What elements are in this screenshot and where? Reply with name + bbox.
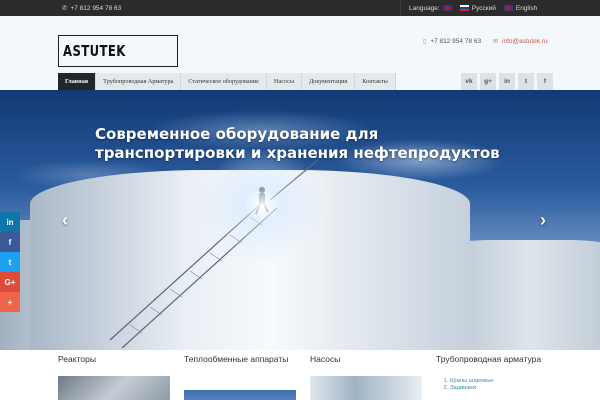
pumps-thumbnail[interactable] xyxy=(310,376,422,400)
hero-title: Современное оборудование для транспортир… xyxy=(95,125,500,162)
tab-contacts[interactable]: Контакты xyxy=(355,73,396,90)
header-email[interactable]: ✉ info@astutek.ru xyxy=(493,38,548,45)
top-bar: ✆ +7 812 954 78 63 Language: Русский Eng… xyxy=(0,0,600,16)
reactors-thumbnail[interactable] xyxy=(58,376,170,400)
valves-list: Краны шаровые Задвижки xyxy=(444,378,494,392)
tab-pipeline-valves[interactable]: Трубопроводная Арматура xyxy=(96,73,182,90)
google-plus-icon[interactable]: g+ xyxy=(480,73,496,90)
category-title: Реакторы xyxy=(58,354,96,364)
share-twitter-button[interactable]: t xyxy=(0,252,20,272)
language-label: Language: xyxy=(409,4,440,12)
language-current[interactable]: Language: xyxy=(409,5,452,12)
tab-pumps[interactable]: Насосы xyxy=(266,73,303,90)
linkedin-icon[interactable]: in xyxy=(499,73,515,90)
ru-flag-icon xyxy=(459,5,469,11)
hero-slider: Современное оборудование для транспортир… xyxy=(0,90,600,350)
header-email-text: info@astutek.ru xyxy=(502,38,548,45)
language-russian-label: Русский xyxy=(471,4,496,12)
list-item[interactable]: Краны шаровые xyxy=(450,378,494,385)
language-switcher: Language: Русский English xyxy=(400,0,537,16)
facebook-icon[interactable]: f xyxy=(537,73,553,90)
twitter-icon[interactable]: t xyxy=(518,73,534,90)
slider-prev-arrow[interactable]: ‹ xyxy=(58,210,72,230)
share-bar: in f t G+ + xyxy=(0,212,20,312)
social-links: vk g+ in t f xyxy=(461,73,553,90)
category-title: Трубопроводная арматура xyxy=(436,354,542,364)
language-russian[interactable]: Русский xyxy=(459,4,496,12)
header-phone-text: +7 812 954 78 63 xyxy=(430,38,482,45)
envelope-icon: ✉ xyxy=(493,39,499,45)
header-phone[interactable]: ▯ +7 812 954 78 63 xyxy=(423,38,481,45)
logo-text: ASTUTEK xyxy=(63,42,126,60)
category-reactors[interactable]: Реакторы xyxy=(58,354,176,400)
category-heat-exchangers[interactable]: Теплообменные аппараты xyxy=(184,354,302,400)
share-facebook-button[interactable]: f xyxy=(0,232,20,252)
hero-light-glow xyxy=(200,150,330,260)
main-nav: Главная Трубопроводная Арматура Статичес… xyxy=(58,73,396,90)
uk-flag-icon xyxy=(503,5,513,11)
share-google-plus-button[interactable]: G+ xyxy=(0,272,20,292)
mobile-icon: ▯ xyxy=(423,39,427,45)
category-pumps[interactable]: Насосы xyxy=(310,354,428,400)
topbar-phone[interactable]: ✆ +7 812 954 78 63 xyxy=(62,4,122,13)
heat-exchangers-thumbnail[interactable] xyxy=(184,390,296,400)
topbar-phone-text: +7 812 954 78 63 xyxy=(70,4,122,12)
category-title: Насосы xyxy=(310,354,341,364)
category-section: Реакторы Теплообменные аппараты Насосы Т… xyxy=(0,350,600,400)
share-more-button[interactable]: + xyxy=(0,292,20,312)
tab-home[interactable]: Главная xyxy=(58,73,97,90)
slider-next-arrow[interactable]: › xyxy=(536,210,550,230)
uk-flag-icon xyxy=(442,5,452,11)
phone-icon: ✆ xyxy=(62,5,68,12)
tab-static-equipment[interactable]: Статическое оборудование xyxy=(181,73,267,90)
tab-documentation[interactable]: Документация xyxy=(302,73,356,90)
list-item[interactable]: Задвижки xyxy=(450,385,494,392)
share-linkedin-button[interactable]: in xyxy=(0,212,20,232)
vk-icon[interactable]: vk xyxy=(461,73,477,90)
language-english[interactable]: English xyxy=(503,4,538,12)
category-pipeline-valves[interactable]: Трубопроводная арматура Краны шаровые За… xyxy=(436,354,554,391)
site-logo[interactable]: ASTUTEK xyxy=(58,35,178,67)
category-title: Теплообменные аппараты xyxy=(184,354,289,364)
language-english-label: English xyxy=(515,4,538,12)
